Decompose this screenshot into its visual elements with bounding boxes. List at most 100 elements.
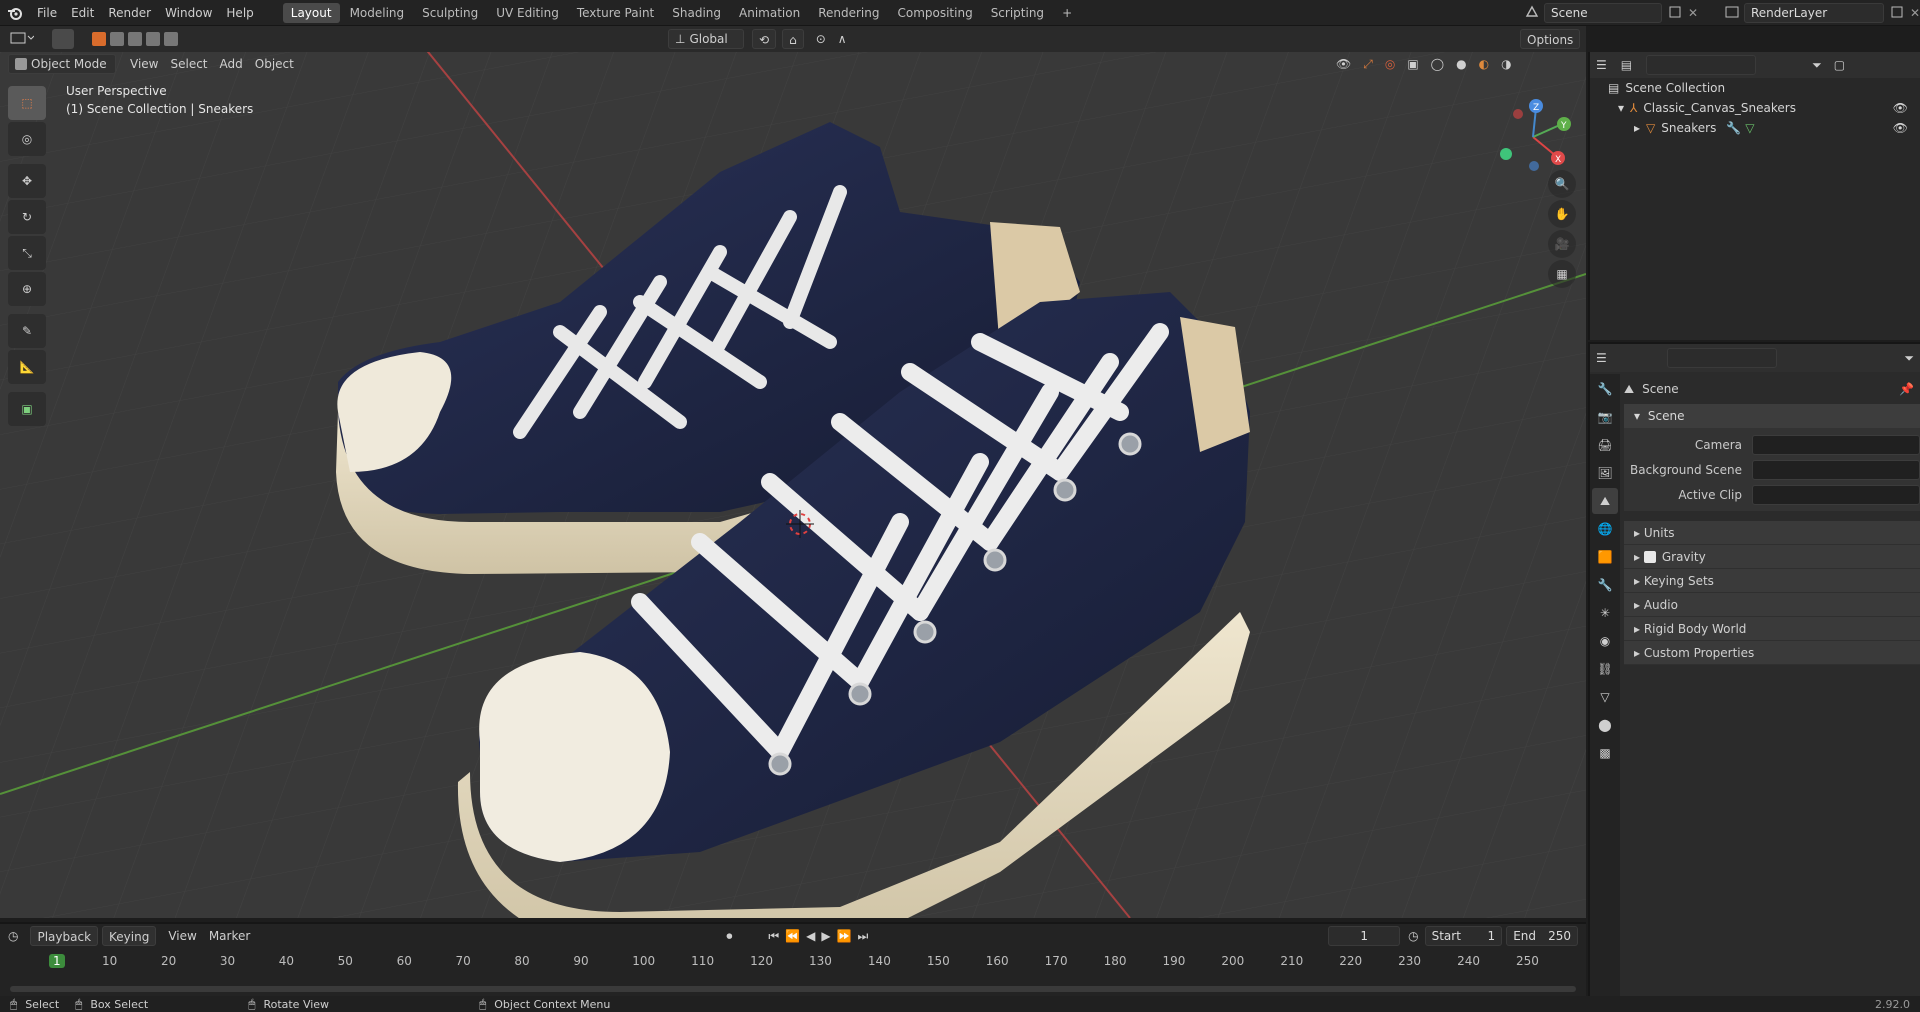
move-tool[interactable]: ✥	[8, 164, 46, 198]
menu-help[interactable]: Help	[219, 0, 260, 26]
pin-icon[interactable]: 📌	[1899, 382, 1914, 396]
gravity-panel[interactable]: ▸ Gravity	[1624, 545, 1920, 569]
menu-window[interactable]: Window	[158, 0, 219, 26]
add-workspace-button[interactable]: +	[1054, 3, 1080, 23]
scene-panel-header[interactable]: ▾ Scene	[1624, 404, 1920, 428]
navigation-gizmo[interactable]: X Y Z	[1490, 94, 1576, 180]
object-tab-icon[interactable]: 🟧	[1592, 544, 1618, 570]
outliner-row-scene-collection[interactable]: ▤ Scene Collection	[1590, 78, 1920, 98]
solid-shading-icon[interactable]: ●	[1450, 54, 1472, 74]
delete-scene-icon[interactable]: ✕	[1688, 6, 1698, 20]
physics-tab-icon[interactable]: ◉	[1592, 628, 1618, 654]
delete-view-layer-icon[interactable]: ✕	[1910, 6, 1920, 20]
new-collection-icon[interactable]: ▢	[1834, 58, 1845, 72]
camera-field[interactable]	[1752, 434, 1920, 455]
overlay-toggle-icon[interactable]: ◎	[1379, 54, 1401, 74]
tool-tab-icon[interactable]: 🔧	[1592, 376, 1618, 402]
particles-tab-icon[interactable]: ✳	[1592, 600, 1618, 626]
blender-logo-icon[interactable]	[0, 5, 30, 21]
transform-orientation-dropdown[interactable]: ⊥ Global	[668, 29, 744, 49]
menu-select[interactable]: Select	[164, 54, 213, 74]
select-mode-extend-icon[interactable]	[110, 32, 124, 46]
scale-tool[interactable]: ⤡	[8, 236, 46, 270]
perspective-grid-icon[interactable]: ▦	[1548, 260, 1576, 288]
outliner-search-input[interactable]	[1646, 55, 1757, 75]
material-tab-icon[interactable]: ⬤	[1592, 712, 1618, 738]
material-shading-icon[interactable]: ◐	[1473, 54, 1495, 74]
falloff-icon[interactable]: ∧	[832, 29, 853, 49]
select-mode-subtract-icon[interactable]	[128, 32, 142, 46]
tab-texture-paint[interactable]: Texture Paint	[569, 3, 662, 23]
select-mode-intersect-icon[interactable]	[164, 32, 178, 46]
options-dropdown[interactable]: Options	[1520, 29, 1581, 49]
outliner-editor-icon[interactable]: ☰	[1596, 58, 1607, 72]
wireframe-shading-icon[interactable]: ◯	[1425, 54, 1450, 74]
modifier-tab-icon[interactable]: 🔧	[1592, 572, 1618, 598]
menu-view[interactable]: View	[124, 54, 164, 74]
properties-options-icon[interactable]: ⏷	[1904, 351, 1914, 366]
visibility-icon[interactable]: 👁	[1330, 54, 1357, 74]
mesh-data-tab-icon[interactable]: ▽	[1592, 684, 1618, 710]
select-tool-icon[interactable]	[52, 29, 74, 49]
xray-icon[interactable]: ▣	[1401, 54, 1424, 74]
annotate-tool[interactable]: ✎	[8, 314, 46, 348]
snap-icon[interactable]: ⌂	[782, 29, 804, 49]
modifier-wrench-icon[interactable]: 🔧	[1726, 118, 1741, 138]
camera-view-icon[interactable]: 🎥	[1548, 230, 1576, 258]
timeline-scrollbar[interactable]	[10, 986, 1576, 992]
eye-icon[interactable]: 👁	[1893, 98, 1908, 118]
scene-selector[interactable]: Scene ✕	[1524, 3, 1698, 23]
menu-file[interactable]: File	[30, 0, 64, 26]
editor-type-icon[interactable]	[10, 30, 35, 49]
gravity-checkbox[interactable]	[1643, 550, 1656, 563]
tab-uv-editing[interactable]: UV Editing	[488, 3, 567, 23]
mesh-data-icon[interactable]: ▽	[1745, 118, 1754, 138]
texture-tab-icon[interactable]: ▩	[1592, 740, 1618, 766]
pivot-point-icon[interactable]: ⟲	[752, 29, 777, 49]
properties-editor-icon[interactable]: ☰	[1596, 351, 1607, 365]
eye-icon[interactable]: 👁	[1893, 118, 1908, 138]
new-scene-icon[interactable]	[1668, 5, 1682, 22]
outliner-row-classic-canvas-sneakers[interactable]: ▾ ⅄ Classic_Canvas_Sneakers 👁	[1590, 98, 1920, 118]
3d-viewport[interactable]: User Perspective (1) Scene Collection | …	[0, 52, 1586, 918]
view-layer-tab-icon[interactable]: 🖼	[1592, 460, 1618, 486]
outliner-row-sneakers[interactable]: ▸ ▽ Sneakers 🔧 ▽ 👁	[1590, 118, 1920, 138]
tab-layout[interactable]: Layout	[282, 2, 340, 23]
rendered-shading-icon[interactable]: ◑	[1495, 54, 1517, 74]
expand-arrow-icon[interactable]: ▸	[1634, 118, 1640, 138]
current-frame-marker[interactable]: 1	[49, 954, 65, 968]
add-cube-tool[interactable]: ▣	[8, 392, 46, 426]
view-layer-field[interactable]: RenderLayer	[1744, 3, 1884, 23]
menu-add[interactable]: Add	[214, 54, 249, 74]
background-scene-field[interactable]	[1752, 459, 1920, 480]
rigid-body-world-panel[interactable]: ▸ Rigid Body World	[1624, 617, 1920, 641]
filter-icon[interactable]: ⏷	[1812, 58, 1822, 73]
cursor-tool[interactable]: ◎	[8, 122, 46, 156]
output-tab-icon[interactable]: 🖨	[1592, 432, 1618, 458]
scene-name-field[interactable]: Scene	[1544, 3, 1662, 23]
custom-properties-panel[interactable]: ▸ Custom Properties	[1624, 641, 1920, 665]
tab-rendering[interactable]: Rendering	[810, 3, 887, 23]
constraints-tab-icon[interactable]: ⛓	[1592, 656, 1618, 682]
select-box-tool[interactable]: ⬚	[8, 86, 46, 120]
select-mode-new-icon[interactable]	[92, 32, 106, 46]
rotate-tool[interactable]: ↻	[8, 200, 46, 234]
zoom-icon[interactable]: 🔍	[1548, 170, 1576, 198]
tab-modeling[interactable]: Modeling	[342, 3, 413, 23]
tab-compositing[interactable]: Compositing	[889, 3, 980, 23]
tab-sculpting[interactable]: Sculpting	[414, 3, 486, 23]
measure-tool[interactable]: 📐	[8, 350, 46, 384]
units-panel[interactable]: ▸ Units	[1624, 521, 1920, 545]
gizmo-toggle-icon[interactable]: ⤢	[1357, 54, 1379, 74]
view-layer-selector[interactable]: RenderLayer ✕	[1724, 3, 1920, 23]
tab-shading[interactable]: Shading	[664, 3, 729, 23]
menu-object[interactable]: Object	[249, 54, 300, 74]
transform-tool[interactable]: ⊕	[8, 272, 46, 306]
scene-tab-icon[interactable]: ⛰	[1592, 488, 1618, 514]
tab-scripting[interactable]: Scripting	[983, 3, 1052, 23]
proportional-edit-icon[interactable]: ⊙	[810, 29, 832, 49]
world-tab-icon[interactable]: 🌐	[1592, 516, 1618, 542]
tab-animation[interactable]: Animation	[731, 3, 808, 23]
display-mode-icon[interactable]: ▤	[1621, 58, 1632, 72]
expand-arrow-icon[interactable]: ▾	[1618, 98, 1624, 118]
